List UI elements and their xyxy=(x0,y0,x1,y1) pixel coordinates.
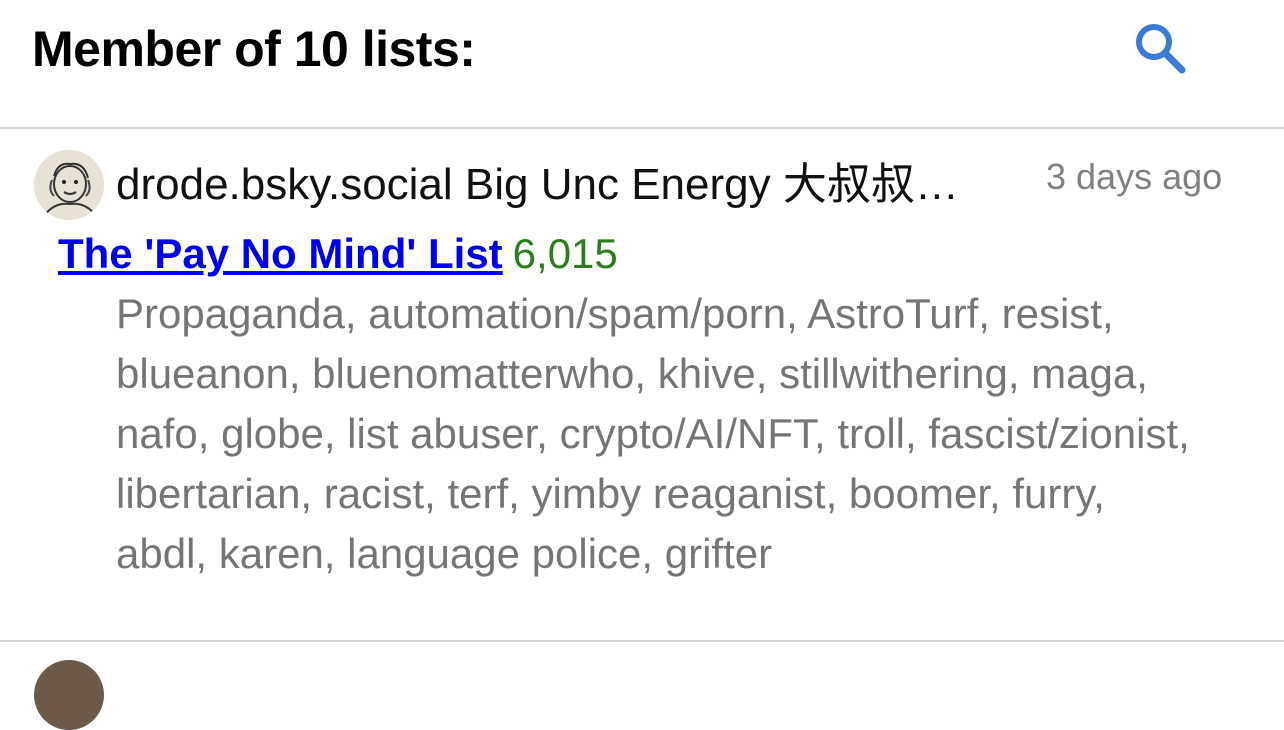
list-name-link[interactable]: The 'Pay No Mind' List xyxy=(58,230,503,277)
search-icon xyxy=(1136,24,1186,74)
header-divider xyxy=(0,127,1284,129)
list-divider xyxy=(0,640,1284,642)
member-count: 6,015 xyxy=(512,230,618,277)
list-timestamp: 3 days ago xyxy=(1046,156,1223,197)
list-creator[interactable]: drode.bsky.social Big Unc Energy 大叔叔… xyxy=(116,157,959,213)
list-description: Propaganda, automation/spam/porn, AstroT… xyxy=(116,290,1190,577)
list-item[interactable]: drode.bsky.social Big Unc Energy 大叔叔… 3 … xyxy=(0,130,1284,638)
search-button[interactable] xyxy=(1128,20,1192,76)
list-title-row: The 'Pay No Mind' List 6,015 xyxy=(58,228,618,290)
avatar[interactable] xyxy=(34,660,104,730)
avatar[interactable] xyxy=(34,150,104,220)
avatar-image xyxy=(34,150,104,220)
header: Member of 10 lists: xyxy=(0,0,1284,128)
page-title: Member of 10 lists: xyxy=(32,21,476,77)
